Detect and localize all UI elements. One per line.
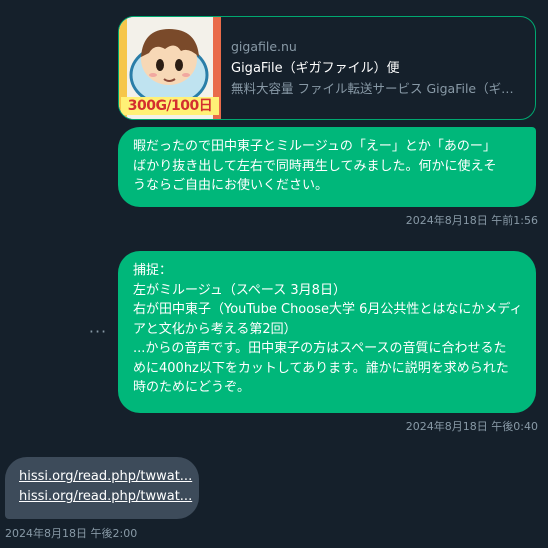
sent-message-bubble[interactable]: 捕捉： 左がミルージュ（スペース 3月8日） 右が田中東子（YouTube Ch… [118, 251, 536, 413]
link-card-text: gigafile.nu GigaFile（ギガファイル）便 無料大容量 ファイル… [231, 39, 525, 98]
message-text-line: ばかり抜き出して左右で同時再生してみました。何かに使えそ [133, 158, 497, 174]
message-link[interactable]: hissi.org/read.php/twwat... [19, 487, 192, 507]
link-title: GigaFile（ギガファイル）便 [231, 61, 400, 76]
message-text-line: うならご自由にお使いください。 [133, 178, 329, 193]
message-text-line: 左がミルージュ（スペース 3月8日） [133, 282, 346, 298]
thumbnail-banner-text: 300G/100日 [121, 97, 219, 115]
link-domain: gigafile.nu [231, 39, 297, 54]
message-text-line: ...からの音声です。田中東子の方はスペースの音質に合わせるた [133, 341, 507, 356]
link-preview-card[interactable]: 300G/100日 gigafile.nu GigaFile（ギガファイル）便 … [118, 16, 536, 120]
link-description: 無料大容量 ファイル転送サービス GigaFile（ギ… [231, 81, 514, 96]
more-horizontal-icon[interactable]: ··· [86, 321, 110, 343]
received-message-bubble: hissi.org/read.php/twwat... hissi.org/re… [5, 457, 199, 519]
sent-message-bubble[interactable]: 暇だったので田中東子とミルージュの「えー」とか「あのー」 ばかり抜き出して左右で… [118, 127, 536, 207]
message-text-line: めに400hz以下をカットしてあります。誰かに説明を求められた [133, 360, 509, 376]
message-text-line: 暇だったので田中東子とミルージュの「えー」とか「あのー」 [133, 139, 496, 154]
message-text-line: 捕捉： [133, 263, 173, 278]
message-text-line: 右が田中東子（YouTube Choose大学 6月公共性とはなにかメディ [133, 302, 523, 317]
message-text-line: 時のためにどうぞ。 [133, 380, 251, 395]
message-timestamp: 2024年8月18日 午前1:56 [405, 214, 538, 227]
message-text-line: アと文化から考える第2回） [133, 321, 297, 337]
link-thumbnail: 300G/100日 [119, 17, 221, 119]
message-link[interactable]: hissi.org/read.php/twwat... [19, 467, 192, 487]
message-timestamp: 2024年8月18日 午後2:00 [5, 527, 138, 540]
message-timestamp: 2024年8月18日 午後0:40 [405, 420, 538, 433]
